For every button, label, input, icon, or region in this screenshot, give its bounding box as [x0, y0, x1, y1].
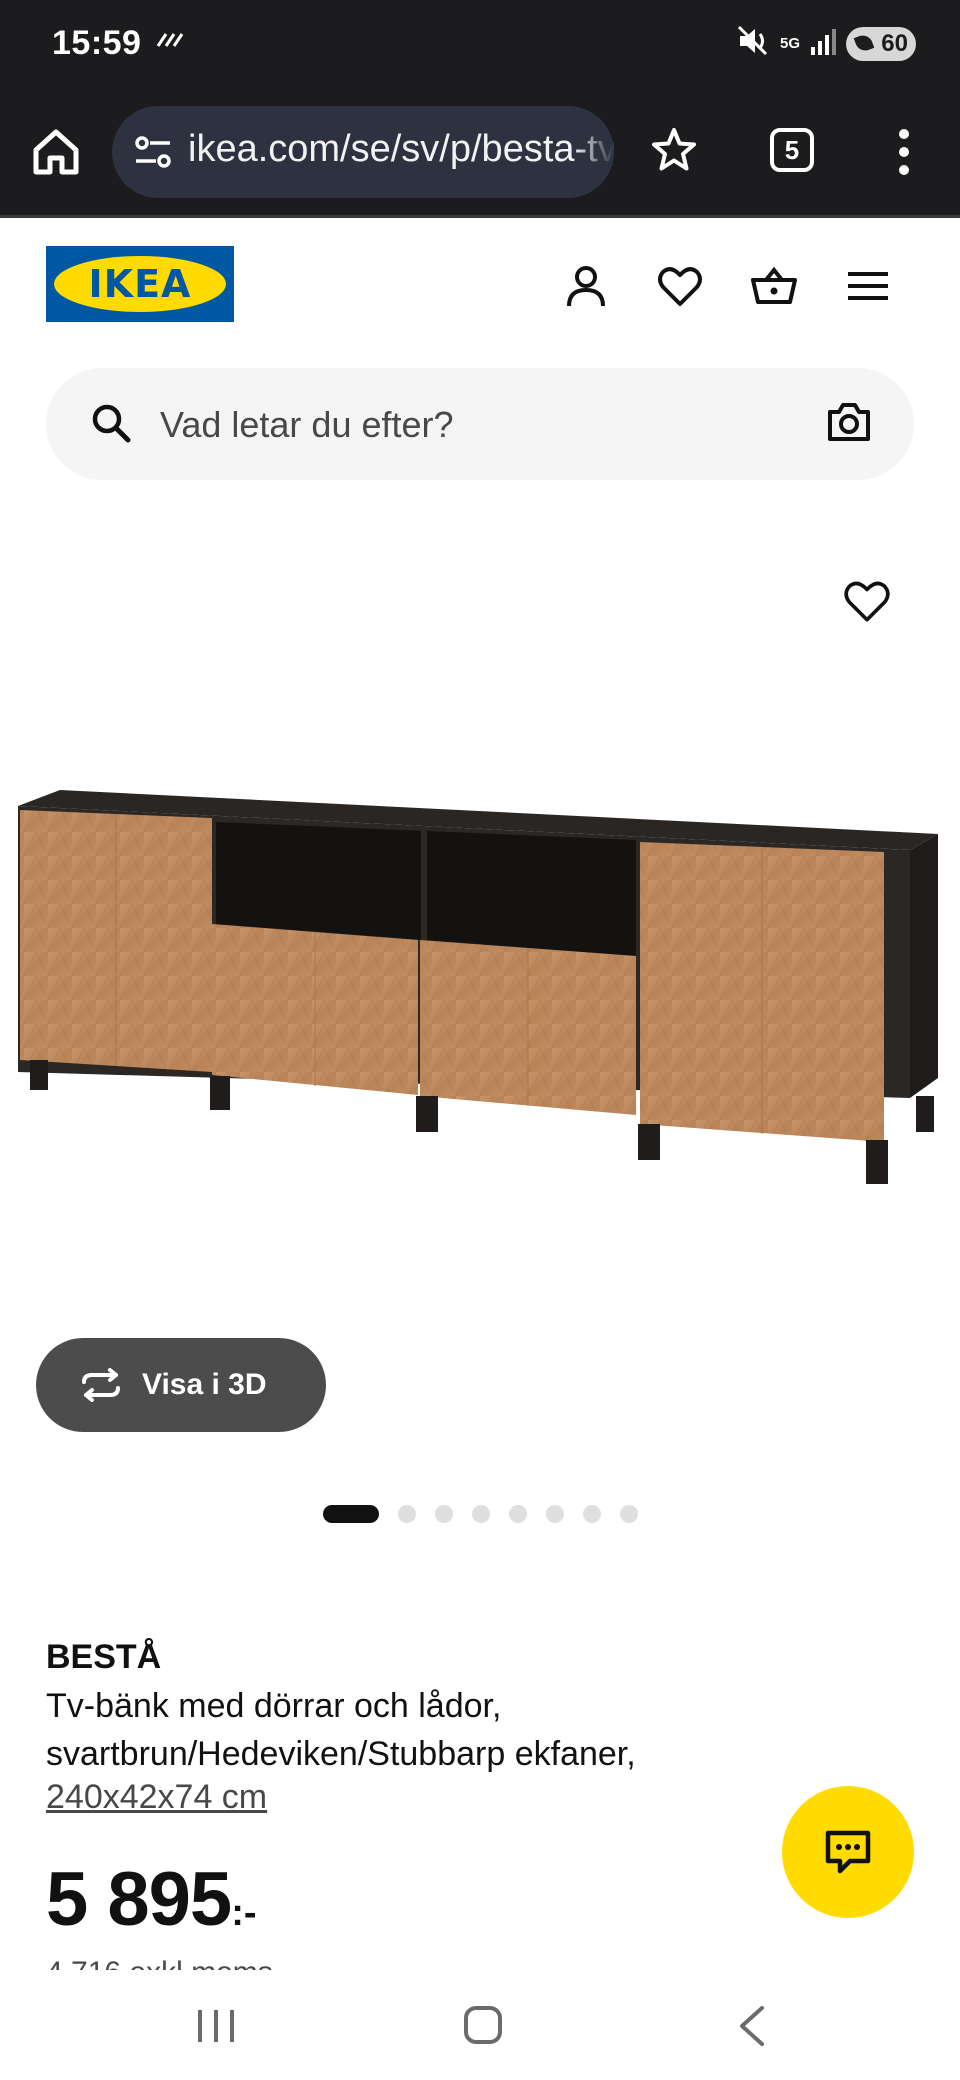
recent-apps-button[interactable] — [196, 2008, 236, 2049]
system-home-button[interactable] — [464, 2006, 502, 2044]
tab-switcher-button[interactable]: 5 — [770, 128, 814, 172]
product-name: BESTÅ — [46, 1638, 162, 1676]
product-size-link[interactable]: 240x42x74 cm — [46, 1778, 267, 1817]
carousel-dot[interactable] — [322, 1505, 379, 1523]
ikea-logo[interactable]: IKEA — [46, 246, 234, 322]
price-amount: 5 895 — [46, 1857, 232, 1942]
browser-toolbar: ikea.com/se/sv/p/besta-tv-bank 5 — [0, 88, 960, 218]
profile-icon[interactable] — [562, 262, 610, 310]
bookmark-button[interactable] — [650, 126, 698, 179]
price-excl-vat: 4 716 exkl moms — [46, 1958, 273, 1970]
camera-search-icon[interactable] — [826, 400, 872, 449]
system-navigation-bar — [0, 1970, 960, 2080]
browser-menu-button[interactable] — [896, 128, 912, 181]
carousel-dot[interactable] — [434, 1505, 453, 1523]
price-suffix: :- — [231, 1892, 257, 1934]
battery-indicator: 60 — [846, 26, 916, 61]
search-icon — [90, 402, 132, 449]
system-back-button[interactable] — [736, 2004, 766, 2053]
image-carousel-indicator — [0, 1502, 960, 1526]
carousel-dot[interactable] — [582, 1505, 601, 1523]
url-text: ikea.com/se/sv/p/besta-tv-bank — [188, 128, 614, 170]
carousel-dot[interactable] — [471, 1505, 490, 1523]
hamburger-menu-icon[interactable] — [844, 262, 892, 310]
product-description: Tv-bänk med dörrar och lådor, svartbrun/… — [46, 1687, 636, 1773]
home-icon — [33, 129, 79, 175]
carousel-dot[interactable] — [397, 1505, 416, 1523]
data-saver-icon — [156, 30, 186, 55]
address-bar[interactable]: ikea.com/se/sv/p/besta-tv-bank — [112, 106, 614, 198]
logo-text: IKEA — [88, 262, 192, 306]
carousel-dot[interactable] — [619, 1505, 638, 1523]
site-header: IKEA — [0, 220, 960, 360]
browser-home-button[interactable] — [30, 126, 82, 178]
power-saving-icon — [853, 32, 875, 53]
product-image[interactable] — [0, 760, 960, 1320]
status-bar: 15:59 5G 60 — [0, 0, 960, 88]
search-placeholder: Vad letar du efter? — [160, 404, 454, 445]
view-in-3d-button[interactable]: Visa i 3D — [36, 1338, 326, 1432]
view-in-3d-label: Visa i 3D — [142, 1368, 267, 1401]
product-price: 5 895:- — [46, 1856, 257, 1943]
favourites-heart-icon[interactable] — [656, 262, 704, 310]
chat-button[interactable] — [782, 1786, 914, 1918]
recents-icon — [198, 2010, 234, 2042]
basket-icon[interactable] — [750, 262, 798, 310]
chat-icon — [825, 1830, 871, 1874]
more-vertical-icon — [899, 129, 909, 175]
carousel-dot[interactable] — [545, 1505, 564, 1523]
carousel-dot[interactable] — [508, 1505, 527, 1523]
mute-icon — [736, 24, 770, 63]
search-field[interactable]: Vad letar du efter? — [46, 368, 914, 480]
back-icon — [740, 2006, 764, 2046]
heart-icon — [844, 581, 890, 622]
rotate-3d-icon — [82, 1368, 120, 1402]
add-to-favourites-button[interactable] — [842, 576, 892, 631]
status-indicators: 5G 60 — [736, 24, 916, 63]
battery-level: 60 — [881, 29, 908, 57]
signal-icon — [810, 27, 836, 60]
status-time: 15:59 — [52, 24, 142, 62]
network-type: 5G — [779, 34, 800, 52]
star-icon — [652, 128, 696, 171]
site-settings-icon[interactable] — [134, 134, 172, 175]
